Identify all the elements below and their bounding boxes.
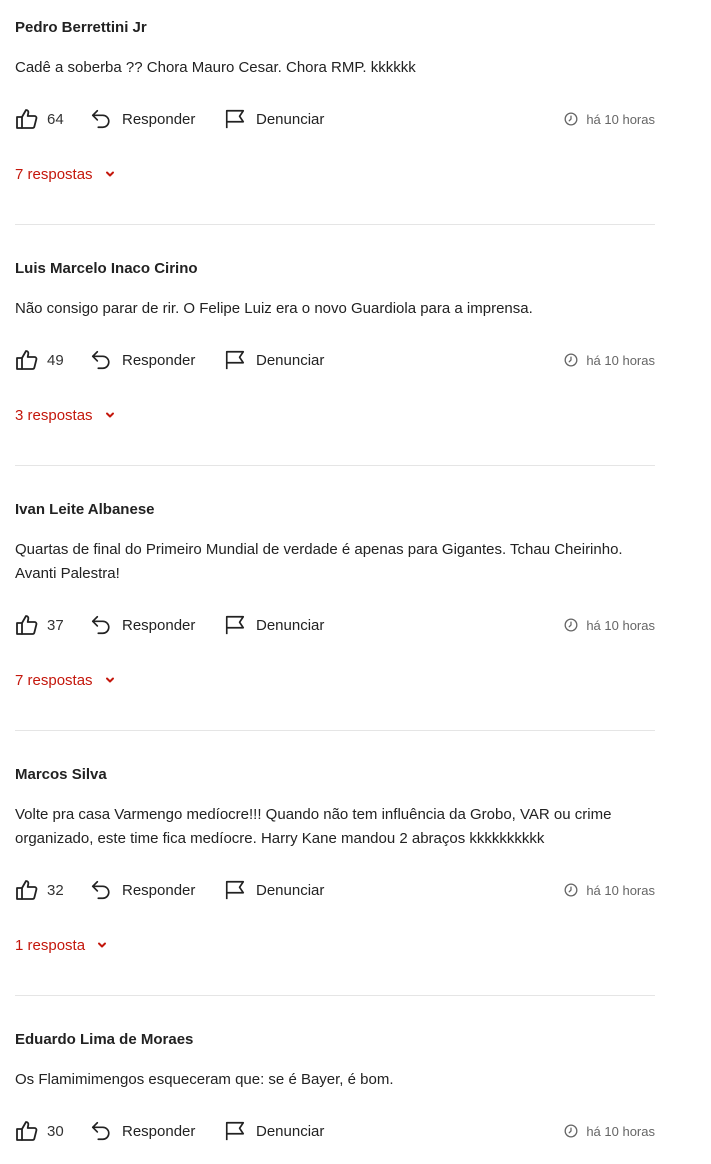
reply-arrow-icon <box>91 615 110 635</box>
report-button[interactable]: Denunciar <box>224 877 324 903</box>
like-count: 37 <box>47 616 64 634</box>
reply-button[interactable]: Responder <box>90 877 195 903</box>
flag-icon <box>225 880 245 900</box>
like-count: 49 <box>47 351 64 369</box>
reply-label: Responder <box>122 351 196 369</box>
like-button[interactable]: 32 <box>15 877 64 903</box>
replies-count: 1 resposta <box>15 937 86 954</box>
chevron-down-icon <box>105 677 114 683</box>
clock-icon <box>564 883 578 897</box>
comment-author: Pedro Berrettini Jr <box>15 19 147 36</box>
comment-author: Ivan Leite Albanese <box>15 501 155 518</box>
reply-button[interactable]: Responder <box>90 347 195 373</box>
reply-arrow-icon <box>91 350 110 370</box>
flag-icon <box>225 350 245 370</box>
chevron-down-icon <box>98 942 107 948</box>
like-button[interactable]: 64 <box>15 106 64 132</box>
replies-count: 7 respostas <box>15 672 93 689</box>
reply-button[interactable]: Responder <box>90 106 195 132</box>
thumbs-up-icon <box>16 880 38 900</box>
comment-text: Quartas de final do Primeiro Mundial de … <box>15 541 623 582</box>
comment-text: Volte pra casa Varmengo medíocre!!! Quan… <box>15 806 612 847</box>
time-label: há 10 horas <box>586 352 655 368</box>
time-label: há 10 horas <box>586 882 655 898</box>
comment-timestamp: há 10 horas <box>564 1118 655 1144</box>
comment-divider <box>15 730 655 731</box>
comment-actions: 32 Responder Denunciar há 10 horas <box>15 877 655 903</box>
like-count: 64 <box>47 110 64 128</box>
like-button[interactable]: 49 <box>15 347 64 373</box>
report-button[interactable]: Denunciar <box>224 347 324 373</box>
replies-toggle[interactable]: 7 respostas <box>15 166 115 183</box>
comment-timestamp: há 10 horas <box>564 106 655 132</box>
clock-icon <box>564 1124 578 1138</box>
reply-arrow-icon <box>91 109 110 129</box>
comment-actions: 37 Responder Denunciar há 10 horas <box>15 612 655 638</box>
time-label: há 10 horas <box>586 617 655 633</box>
comment-timestamp: há 10 horas <box>564 612 655 638</box>
like-count: 30 <box>47 1122 64 1140</box>
comment-divider <box>15 224 655 225</box>
like-button[interactable]: 37 <box>15 612 64 638</box>
comment-divider <box>15 995 655 996</box>
chevron-down-icon <box>105 171 114 177</box>
chevron-down-icon <box>105 412 114 418</box>
report-label: Denunciar <box>256 1122 325 1140</box>
comment-timestamp: há 10 horas <box>564 347 655 373</box>
comment-text: Não consigo parar de rir. O Felipe Luiz … <box>15 300 533 317</box>
reply-label: Responder <box>122 110 196 128</box>
comment-text: Cadê a soberba ?? Chora Mauro Cesar. Cho… <box>15 59 416 76</box>
reply-label: Responder <box>122 1122 196 1140</box>
thumbs-up-icon <box>16 615 38 635</box>
replies-count: 3 respostas <box>15 407 93 424</box>
report-button[interactable]: Denunciar <box>224 106 324 132</box>
comment-actions: 49 Responder Denunciar há 10 horas <box>15 347 655 373</box>
like-count: 32 <box>47 881 64 899</box>
comment-text: Os Flamimimengos esqueceram que: se é Ba… <box>15 1071 394 1088</box>
comment-actions: 64 Responder Denunciar há 10 horas <box>15 106 655 132</box>
thumbs-up-icon <box>16 109 38 129</box>
thumbs-up-icon <box>16 1121 38 1141</box>
reply-button[interactable]: Responder <box>90 1118 195 1144</box>
flag-icon <box>225 615 245 635</box>
replies-count: 7 respostas <box>15 166 93 183</box>
time-label: há 10 horas <box>586 1123 655 1139</box>
like-button[interactable]: 30 <box>15 1118 64 1144</box>
report-label: Denunciar <box>256 110 325 128</box>
reply-button[interactable]: Responder <box>90 612 195 638</box>
clock-icon <box>564 618 578 632</box>
report-label: Denunciar <box>256 881 325 899</box>
reply-arrow-icon <box>91 880 110 900</box>
replies-toggle[interactable]: 7 respostas <box>15 672 115 689</box>
comment-author: Marcos Silva <box>15 766 107 783</box>
replies-toggle[interactable]: 1 resposta <box>15 937 107 954</box>
comment-author: Luis Marcelo Inaco Cirino <box>15 260 198 277</box>
reply-label: Responder <box>122 881 196 899</box>
reply-arrow-icon <box>91 1121 110 1141</box>
comment-author: Eduardo Lima de Moraes <box>15 1031 194 1048</box>
thumbs-up-icon <box>16 350 38 370</box>
comment-actions: 30 Responder Denunciar há 10 horas <box>15 1118 655 1144</box>
clock-icon <box>564 112 578 126</box>
reply-label: Responder <box>122 616 196 634</box>
comment-divider <box>15 465 655 466</box>
time-label: há 10 horas <box>586 111 655 127</box>
report-label: Denunciar <box>256 351 325 369</box>
report-button[interactable]: Denunciar <box>224 612 324 638</box>
flag-icon <box>225 1121 245 1141</box>
clock-icon <box>564 353 578 367</box>
report-button[interactable]: Denunciar <box>224 1118 324 1144</box>
comment-timestamp: há 10 horas <box>564 877 655 903</box>
replies-toggle[interactable]: 3 respostas <box>15 407 115 424</box>
report-label: Denunciar <box>256 616 325 634</box>
flag-icon <box>225 109 245 129</box>
